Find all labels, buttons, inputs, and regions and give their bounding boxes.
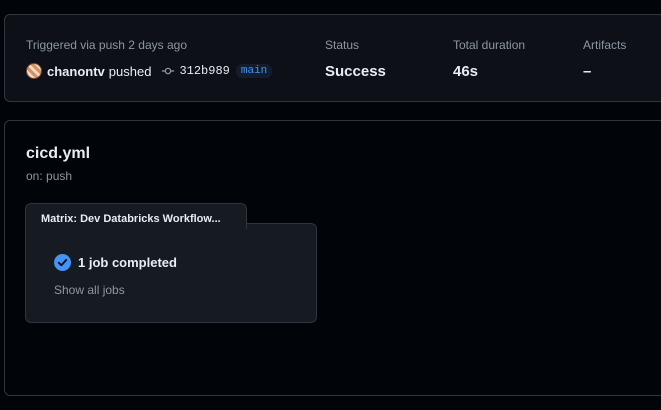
workflow-graph-card: cicd.yml on: push Matrix: Dev Databricks… bbox=[4, 120, 661, 396]
job-status-text: 1 job completed bbox=[78, 255, 177, 270]
check-circle-icon bbox=[54, 254, 71, 271]
job-status-row: 1 job completed bbox=[54, 254, 177, 271]
workflow-file-title: cicd.yml bbox=[26, 145, 91, 162]
artifacts-value: – bbox=[583, 63, 592, 80]
duration-label: Total duration bbox=[453, 38, 526, 52]
git-commit-icon bbox=[162, 67, 175, 75]
branch-badge[interactable]: main bbox=[235, 64, 273, 78]
status-stat: Status Success bbox=[325, 38, 386, 80]
duration-value: 46s bbox=[453, 63, 479, 80]
trigger-text: Triggered via push 2 days ago bbox=[26, 38, 187, 52]
show-all-jobs-link[interactable]: Show all jobs bbox=[54, 283, 125, 297]
status-value: Success bbox=[325, 63, 386, 80]
actor-action: pushed bbox=[108, 63, 152, 79]
artifacts-label: Artifacts bbox=[583, 38, 627, 52]
actor-row: chanontv pushed 312b989 main bbox=[26, 62, 273, 80]
matrix-job-box[interactable]: 1 job completed Show all jobs bbox=[25, 223, 317, 323]
matrix-job-title[interactable]: Matrix: Dev Databricks Workflow... bbox=[25, 203, 247, 229]
run-summary-card: Triggered via push 2 days ago chanontv p… bbox=[4, 14, 661, 102]
actor-link[interactable]: chanontv bbox=[47, 64, 105, 79]
avatar[interactable] bbox=[26, 63, 42, 79]
duration-stat: Total duration 46s bbox=[453, 38, 525, 80]
commit-sha-link[interactable]: 312b989 bbox=[179, 64, 229, 78]
workflow-trigger: on: push bbox=[26, 169, 73, 183]
status-label: Status bbox=[325, 38, 360, 52]
artifacts-stat: Artifacts – bbox=[583, 38, 626, 80]
